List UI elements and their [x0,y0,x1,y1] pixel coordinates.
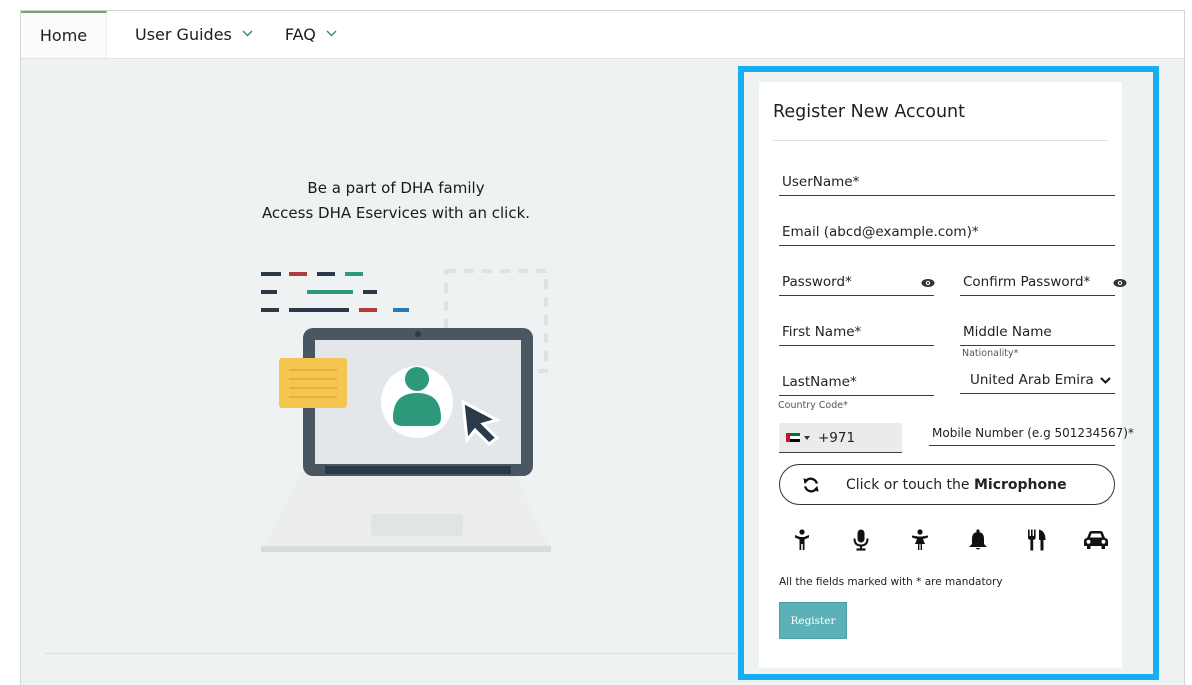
country-code-value: +971 [818,429,856,446]
register-title: Register New Account [773,102,966,122]
female-icon[interactable] [907,527,933,553]
chevron-down-icon [1100,376,1111,384]
eye-icon[interactable] [921,278,935,288]
car-icon[interactable] [1083,527,1109,553]
first-name-field[interactable]: First Name* [779,316,934,346]
nav-faq[interactable]: FAQ [269,11,353,58]
captcha-prompt-text: Click or touch the Microphone [846,476,1067,493]
hero-line-1: Be a part of DHA family [307,179,485,197]
top-nav: Home User Guides FAQ [21,11,1184,59]
username-field[interactable]: UserName* [779,166,1115,196]
cutlery-icon[interactable] [1024,527,1050,553]
nationality-caption: Nationality* [962,348,1019,359]
username-label: UserName* [782,174,860,190]
email-field[interactable]: Email (abcd@example.com)* [779,216,1115,246]
captcha-target-word: Microphone [973,476,1067,493]
last-name-field[interactable]: LastName* [779,366,934,396]
nav-user-guides-label: User Guides [135,25,232,44]
caret-down-icon [804,435,810,440]
country-code-caption: Country Code* [778,400,848,411]
microphone-icon[interactable] [848,527,874,553]
register-panel-highlight: Register New Account UserName* Email (ab… [738,66,1159,680]
middle-name-field[interactable]: Middle Name [960,316,1115,346]
register-card: Register New Account UserName* Email (ab… [759,82,1134,668]
nationality-select[interactable]: United Arab Emirates [960,364,1115,394]
confirm-password-label: Confirm Password* [963,274,1091,290]
country-code-select[interactable]: +971 [779,423,902,453]
password-field[interactable]: Password* [779,266,935,296]
mobile-number-label: Mobile Number (e.g 501234567)* [932,426,1134,440]
confirm-password-field[interactable]: Confirm Password* [960,266,1127,296]
password-label: Password* [782,274,852,290]
captcha-prompt-button[interactable]: Click or touch the Microphone [779,464,1115,505]
eye-icon[interactable] [1113,278,1127,288]
first-name-label: First Name* [782,324,862,340]
refresh-icon[interactable] [802,476,820,494]
register-button[interactable]: Register [779,602,847,639]
middle-name-label: Middle Name [963,324,1052,340]
mandatory-note: All the fields marked with * are mandato… [779,576,1003,588]
captcha-icon-row [789,526,1109,554]
nav-faq-label: FAQ [284,25,316,44]
child-icon[interactable] [789,527,815,553]
chevron-down-icon [326,30,337,37]
hero-line-2: Access DHA Eservices with an click. [261,204,531,222]
nav-home[interactable]: Home [21,11,107,58]
last-name-label: LastName* [782,374,857,390]
bell-icon[interactable] [965,527,991,553]
nav-user-guides[interactable]: User Guides [107,11,269,58]
laptop-illustration [251,266,551,566]
title-divider [773,140,1108,141]
chevron-down-icon [242,30,253,37]
mobile-number-field[interactable]: Mobile Number (e.g 501234567)* [929,416,1134,446]
email-label: Email (abcd@example.com)* [782,224,979,240]
nav-home-label: Home [39,26,88,45]
nationality-value: United Arab Emirates [970,372,1094,388]
uae-flag-icon [786,433,800,442]
hero-text: Be a part of DHA family Access DHA Eserv… [221,176,571,226]
